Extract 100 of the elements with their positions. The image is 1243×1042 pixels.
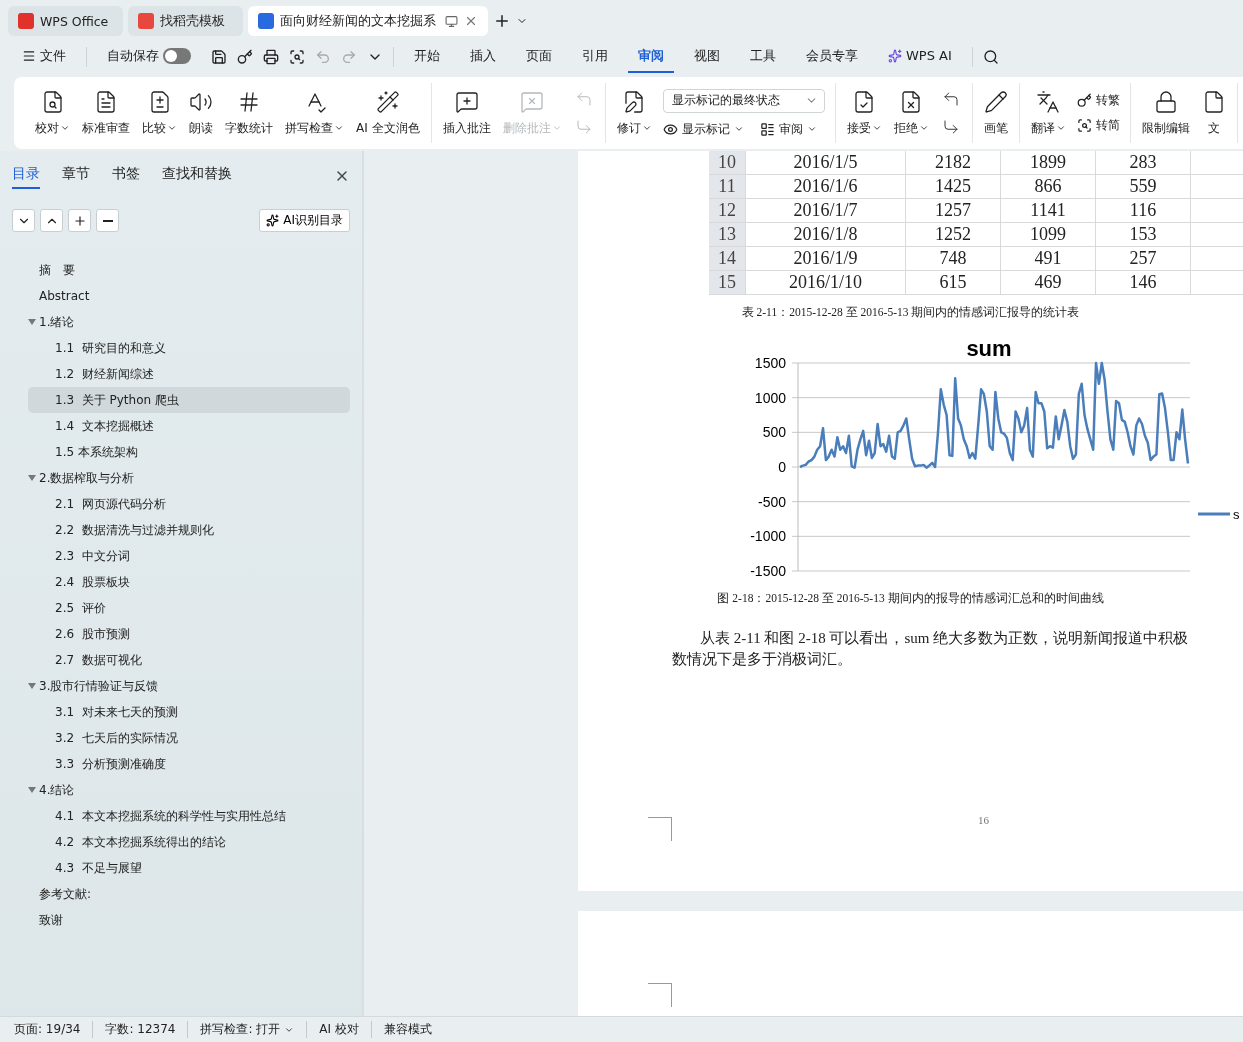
ribbon-button[interactable]: 标准审查 <box>77 85 135 141</box>
ribbon-button[interactable]: 朗读 <box>184 85 218 141</box>
outline-item[interactable]: 3.2 七天后的实际情况 <box>28 725 350 751</box>
ai-toc-button[interactable]: AI识别目录 <box>259 209 350 232</box>
menu-tab[interactable]: 页面 <box>516 40 562 73</box>
add-button[interactable] <box>68 209 91 232</box>
row-number: 11 <box>709 175 746 199</box>
sidebar-tab[interactable]: 查找和替换 <box>162 163 232 189</box>
expand-icon[interactable] <box>28 787 36 793</box>
status-item[interactable]: AI 校对 <box>319 1021 372 1038</box>
table-cell: 1099 <box>1001 223 1096 247</box>
menu-tab[interactable]: WPS AI <box>878 42 962 71</box>
menu-tab[interactable]: 会员专享 <box>796 40 868 73</box>
row-number: 12 <box>709 199 746 223</box>
outline-item[interactable]: 4.3 不足与展望 <box>28 855 350 881</box>
outline-item[interactable]: 参考文献: <box>28 881 350 907</box>
search-icon[interactable] <box>982 48 999 65</box>
markup-select[interactable]: 显示标记的最终状态 <box>662 88 825 113</box>
menu-tab[interactable]: 开始 <box>404 40 450 73</box>
outline-item[interactable]: 3.股市行情验证与反馈 <box>28 673 350 699</box>
outline-item[interactable]: 1.3 关于 Python 爬虫 <box>28 387 350 413</box>
menu-tab[interactable]: 工具 <box>740 40 786 73</box>
status-item[interactable]: 字数: 12374 <box>105 1021 189 1038</box>
outline-item[interactable]: 摘 要 <box>28 257 350 283</box>
ribbon-button[interactable]: 画笔 <box>978 85 1013 141</box>
ribbon-button[interactable]: 修订 <box>611 85 657 141</box>
outline-item[interactable]: 2.数据榨取与分析 <box>28 465 350 491</box>
print-icon[interactable] <box>263 48 279 65</box>
expand-button[interactable] <box>40 209 63 232</box>
ribbon-button[interactable]: 显示标记 <box>662 120 744 138</box>
ribbon-button[interactable]: 审阅 <box>759 120 817 138</box>
next-icon[interactable] <box>941 118 960 136</box>
ribbon-button[interactable]: 插入批注 <box>437 85 496 141</box>
ribbon-button[interactable]: 比较 <box>137 85 182 141</box>
close-icon[interactable] <box>464 14 478 28</box>
outline-item[interactable]: 2.5 评价 <box>28 595 350 621</box>
key-icon[interactable] <box>237 48 253 65</box>
ribbon-button[interactable]: 拒绝 <box>888 85 934 141</box>
ribbon-button[interactable]: 转简 <box>1076 117 1120 134</box>
app-tab[interactable]: 找稻壳模板 <box>128 6 243 36</box>
outline-item[interactable]: 2.7 数据可视化 <box>28 647 350 673</box>
outline-item[interactable]: 2.3 中文分词 <box>28 543 350 569</box>
menu-icon[interactable] <box>22 48 36 63</box>
ribbon-button[interactable]: 限制编辑 <box>1136 85 1195 141</box>
sidebar-tab[interactable]: 书签 <box>112 163 140 189</box>
ribbon-button[interactable]: 文 <box>1196 85 1231 141</box>
menu-tab[interactable]: 视图 <box>684 40 730 73</box>
outline-item[interactable]: 1.4 文本挖掘概述 <box>28 413 350 439</box>
ribbon-button[interactable]: 转繁 <box>1076 92 1120 109</box>
app-tab[interactable]: 面向财经新闻的文本挖掘系 <box>248 6 488 36</box>
sidebar-tab[interactable]: 目录 <box>12 163 40 189</box>
sidebar-tab[interactable]: 章节 <box>62 163 90 189</box>
outline-item[interactable]: Abstract <box>28 283 350 309</box>
expand-icon[interactable] <box>28 475 36 481</box>
ribbon-button[interactable]: 拼写检查 <box>280 85 349 141</box>
expand-icon[interactable] <box>28 319 36 325</box>
remove-button[interactable] <box>96 209 119 232</box>
ribbon-button[interactable]: AI 全文润色 <box>351 85 425 141</box>
menu-tab[interactable]: 引用 <box>572 40 618 73</box>
expand-icon[interactable] <box>28 683 36 689</box>
file-menu[interactable]: 文件 <box>12 40 76 73</box>
outline-item[interactable]: 3.1 对未来七天的预测 <box>28 699 350 725</box>
status-item[interactable]: 拼写检查: 打开 <box>200 1021 308 1038</box>
crop-mark <box>648 817 672 841</box>
outline-item[interactable]: 1.5 本系统架构 <box>28 439 350 465</box>
monitor-icon[interactable] <box>445 14 458 28</box>
outline-item[interactable]: 1.绪论 <box>28 309 350 335</box>
app-logo-icon <box>18 13 34 29</box>
new-tab-icon[interactable] <box>493 12 511 30</box>
menu-tab[interactable]: 插入 <box>460 40 506 73</box>
outline-item[interactable]: 1.2 财经新闻综述 <box>28 361 350 387</box>
outline-item[interactable]: 3.3 分析预测准确度 <box>28 751 350 777</box>
preview-icon[interactable] <box>289 48 305 65</box>
previous-icon[interactable] <box>941 90 960 108</box>
app-tab[interactable]: WPS Office <box>8 6 123 36</box>
document-icon <box>94 89 118 114</box>
crop-mark <box>648 983 672 1007</box>
status-item[interactable]: 页面: 19/34 <box>14 1021 94 1038</box>
save-icon[interactable] <box>211 48 227 65</box>
outline-item[interactable]: 2.4 股票板块 <box>28 569 350 595</box>
ribbon-button[interactable]: 翻译 <box>1025 85 1071 141</box>
table-cell: 116 <box>1096 199 1191 223</box>
outline-item[interactable]: 2.6 股市预测 <box>28 621 350 647</box>
row-number: 14 <box>709 247 746 271</box>
outline-item[interactable]: 1.1 研究目的和意义 <box>28 335 350 361</box>
outline-item[interactable]: 4.1 本文本挖掘系统的科学性与实用性总结 <box>28 803 350 829</box>
collapse-button[interactable] <box>12 209 35 232</box>
outline-item[interactable]: 4.结论 <box>28 777 350 803</box>
menu-tab[interactable]: 审阅 <box>628 40 674 73</box>
outline-item[interactable]: 2.1 网页源代码分析 <box>28 491 350 517</box>
status-item[interactable]: 兼容模式 <box>383 1021 444 1038</box>
figure-caption: 图 2-18：2015-12-28 至 2016-5-13 期间内的报导的情感词汇总和的时间曲线 <box>717 591 1104 606</box>
table-cell: 2016/1/8 <box>746 223 906 247</box>
outline-item[interactable]: 致谢 <box>28 907 350 933</box>
autosave-toggle[interactable]: 自动保存 <box>97 40 201 73</box>
ribbon-button[interactable]: 校对 <box>30 85 75 141</box>
outline-item[interactable]: 2.2 数据清洗与过滤并规则化 <box>28 517 350 543</box>
ribbon-button[interactable]: 字数统计 <box>220 85 278 141</box>
ribbon-button[interactable]: 接受 <box>841 85 887 141</box>
outline-item[interactable]: 4.2 本文本挖掘系统得出的结论 <box>28 829 350 855</box>
